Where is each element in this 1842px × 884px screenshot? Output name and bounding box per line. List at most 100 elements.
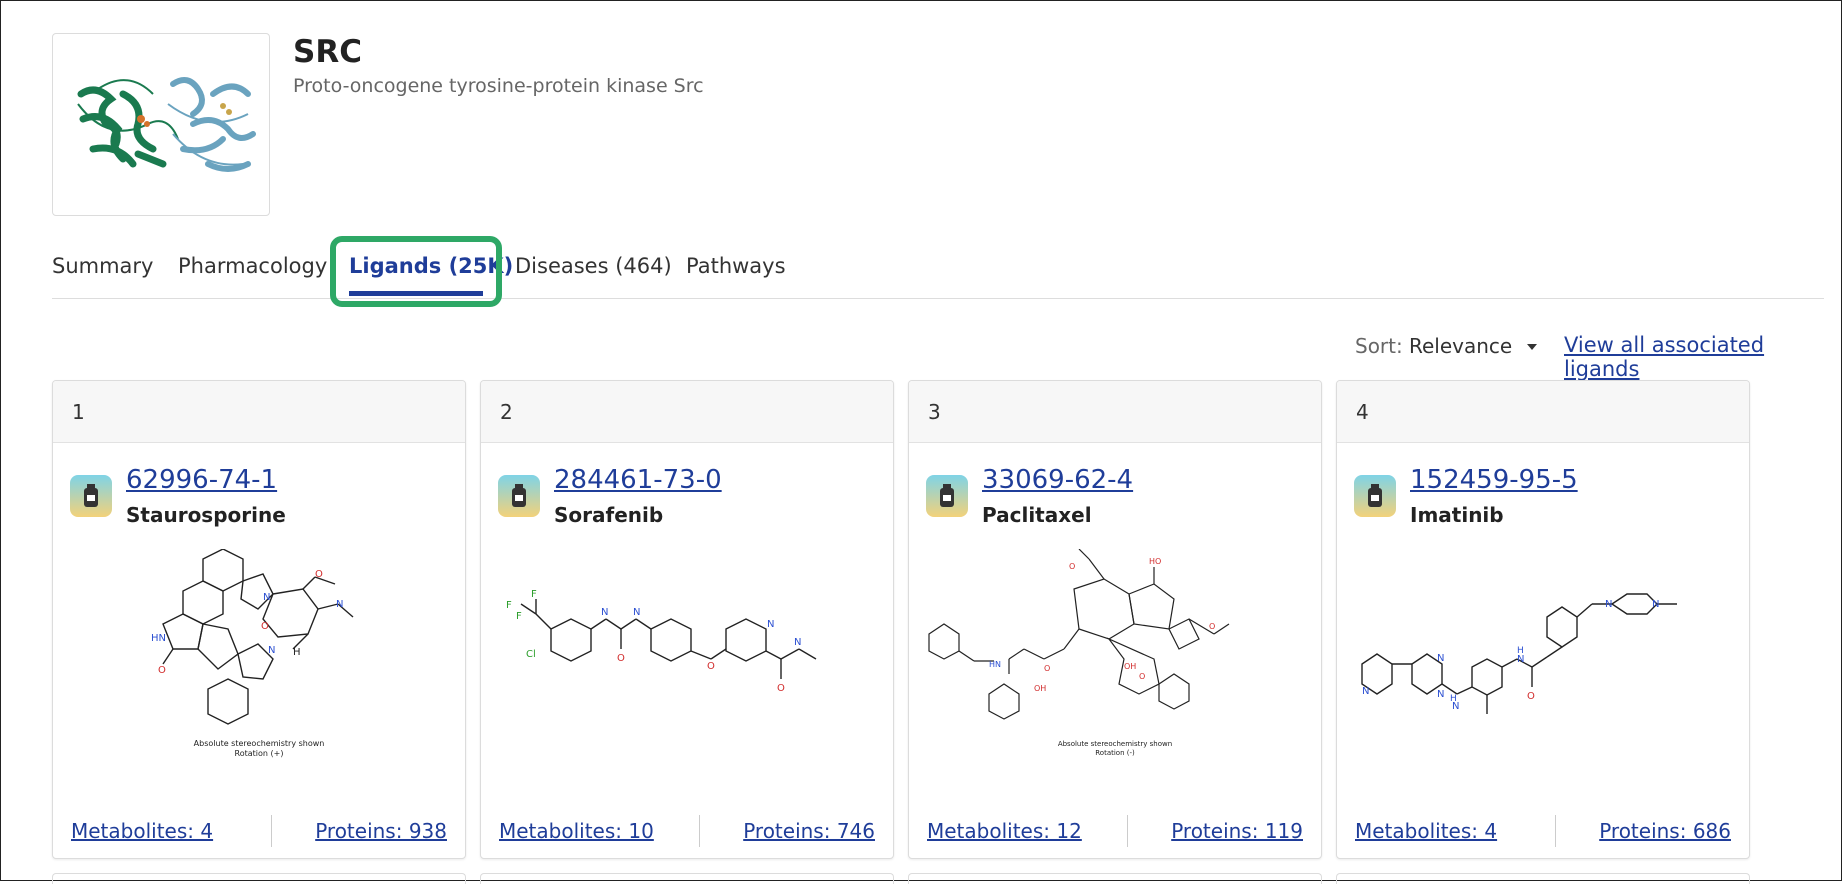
footer-divider bbox=[271, 815, 272, 847]
svg-text:N: N bbox=[1437, 653, 1444, 664]
footer-divider bbox=[1555, 815, 1556, 847]
ligand-id-link[interactable]: 33069-62-4 bbox=[982, 465, 1133, 495]
svg-text:O: O bbox=[315, 569, 323, 580]
chemical-structure-image: N N N H N H N O N N bbox=[1337, 549, 1749, 779]
proteins-link[interactable]: Proteins: 119 bbox=[1171, 819, 1303, 843]
ligand-card: 4 152459-95-5 Imatinib N N N H N H N O N… bbox=[1336, 380, 1750, 859]
svg-text:N: N bbox=[268, 645, 275, 656]
svg-text:HN: HN bbox=[989, 660, 1001, 669]
structure-note-line2: Rotation (+) bbox=[235, 749, 284, 758]
svg-text:N: N bbox=[1517, 654, 1524, 665]
card-header: 2 bbox=[481, 381, 893, 443]
svg-text:N: N bbox=[1452, 701, 1459, 712]
footer-divider bbox=[1127, 815, 1128, 847]
ligand-bottle-icon bbox=[1354, 475, 1396, 517]
card-rank: 1 bbox=[72, 400, 85, 424]
ligand-bottle-icon bbox=[926, 475, 968, 517]
tab-bar: Summary Pharmacology Ligands (25K) Disea… bbox=[52, 250, 1824, 299]
metabolites-link[interactable]: Metabolites: 4 bbox=[71, 819, 213, 843]
svg-text:O: O bbox=[617, 653, 625, 664]
card-footer: Metabolites: 12 Proteins: 119 bbox=[909, 809, 1321, 853]
proteins-link[interactable]: Proteins: 746 bbox=[743, 819, 875, 843]
chemical-structure-image: F F F Cl N N O O N O N bbox=[481, 549, 893, 779]
structure-note-line2: Rotation (-) bbox=[1095, 749, 1135, 757]
sort-label: Sort: bbox=[1355, 334, 1403, 358]
caret-down-icon[interactable] bbox=[1527, 344, 1537, 350]
svg-text:OH: OH bbox=[1034, 684, 1046, 693]
svg-text:F: F bbox=[506, 600, 512, 611]
ligand-id-link[interactable]: 284461-73-0 bbox=[554, 465, 722, 495]
footer-divider bbox=[699, 815, 700, 847]
svg-text:HO: HO bbox=[1149, 557, 1161, 566]
proteins-link[interactable]: Proteins: 686 bbox=[1599, 819, 1731, 843]
ligand-card: 3 33069-62-4 Paclitaxel O HO O OH O HN O… bbox=[908, 380, 1322, 859]
ligand-name: Staurosporine bbox=[126, 503, 286, 527]
metabolites-link[interactable]: Metabolites: 10 bbox=[499, 819, 654, 843]
card-footer: Metabolites: 4 Proteins: 938 bbox=[53, 809, 465, 853]
svg-text:Cl: Cl bbox=[526, 649, 536, 660]
svg-text:N: N bbox=[1652, 599, 1659, 610]
ligand-id-link[interactable]: 152459-95-5 bbox=[1410, 465, 1578, 495]
tab-diseases[interactable]: Diseases (464) bbox=[515, 254, 672, 278]
ligand-bottle-icon bbox=[70, 475, 112, 517]
svg-text:N: N bbox=[601, 607, 608, 618]
svg-text:OH: OH bbox=[1124, 662, 1136, 671]
chemical-structure-image: HN O N N O O N H Absolute stereochemistr… bbox=[53, 548, 465, 779]
svg-text:O: O bbox=[1069, 562, 1075, 571]
card-header: 4 bbox=[1337, 381, 1749, 443]
svg-text:N: N bbox=[767, 619, 774, 630]
svg-text:O: O bbox=[1209, 622, 1215, 631]
card-header: 1 bbox=[53, 381, 465, 443]
ligand-bottle-icon bbox=[498, 475, 540, 517]
ligand-card-next-row bbox=[908, 873, 1322, 884]
ligand-name: Imatinib bbox=[1410, 503, 1504, 527]
svg-text:N: N bbox=[1437, 689, 1444, 700]
svg-text:N: N bbox=[1362, 686, 1369, 697]
svg-text:N: N bbox=[263, 592, 270, 603]
tab-highlight-box bbox=[330, 236, 502, 307]
card-rank: 3 bbox=[928, 400, 941, 424]
ligand-card: 2 284461-73-0 Sorafenib F F F Cl N N O O… bbox=[480, 380, 894, 859]
metabolites-link[interactable]: Metabolites: 4 bbox=[1355, 819, 1497, 843]
svg-text:O: O bbox=[158, 665, 166, 676]
svg-text:HN: HN bbox=[151, 633, 166, 644]
target-full-name: Proto-oncogene tyrosine-protein kinase S… bbox=[293, 75, 704, 97]
tab-pathways[interactable]: Pathways bbox=[686, 254, 786, 278]
chemical-structure-image: O HO O OH O HN OH O Absolute stereochemi… bbox=[909, 548, 1321, 779]
svg-text:N: N bbox=[633, 607, 640, 618]
card-rank: 4 bbox=[1356, 400, 1369, 424]
ligand-card-next-row bbox=[480, 873, 894, 884]
metabolites-link[interactable]: Metabolites: 12 bbox=[927, 819, 1082, 843]
svg-text:N: N bbox=[336, 599, 343, 610]
svg-text:F: F bbox=[516, 611, 522, 622]
svg-text:H: H bbox=[293, 647, 301, 658]
svg-text:N: N bbox=[1605, 599, 1612, 610]
svg-text:O: O bbox=[707, 661, 715, 672]
sort-dropdown[interactable]: Relevance bbox=[1409, 334, 1512, 358]
ligand-card-next-row bbox=[1336, 873, 1750, 884]
structure-note-line1: Absolute stereochemistry shown bbox=[194, 739, 325, 748]
tab-pharmacology[interactable]: Pharmacology bbox=[178, 254, 327, 278]
card-rank: 2 bbox=[500, 400, 513, 424]
tab-summary[interactable]: Summary bbox=[52, 254, 153, 278]
proteins-link[interactable]: Proteins: 938 bbox=[315, 819, 447, 843]
svg-text:O: O bbox=[261, 621, 269, 632]
card-header: 3 bbox=[909, 381, 1321, 443]
svg-text:N: N bbox=[794, 637, 801, 648]
card-footer: Metabolites: 10 Proteins: 746 bbox=[481, 809, 893, 853]
target-symbol: SRC bbox=[293, 34, 362, 70]
svg-text:O: O bbox=[777, 683, 785, 694]
ligand-name: Paclitaxel bbox=[982, 503, 1092, 527]
ligand-id-link[interactable]: 62996-74-1 bbox=[126, 465, 277, 495]
ligand-card: 1 62996-74-1 Staurosporine HN O N N O O … bbox=[52, 380, 466, 859]
svg-text:O: O bbox=[1139, 672, 1145, 681]
ligand-name: Sorafenib bbox=[554, 503, 664, 527]
card-footer: Metabolites: 4 Proteins: 686 bbox=[1337, 809, 1749, 853]
view-all-ligands-link[interactable]: View all associated ligands bbox=[1564, 333, 1842, 381]
protein-structure-image bbox=[52, 33, 270, 216]
ligand-card-next-row bbox=[52, 873, 466, 884]
svg-text:F: F bbox=[531, 589, 537, 600]
svg-text:O: O bbox=[1527, 691, 1535, 702]
structure-note-line1: Absolute stereochemistry shown bbox=[1058, 740, 1172, 748]
svg-text:O: O bbox=[1044, 664, 1050, 673]
